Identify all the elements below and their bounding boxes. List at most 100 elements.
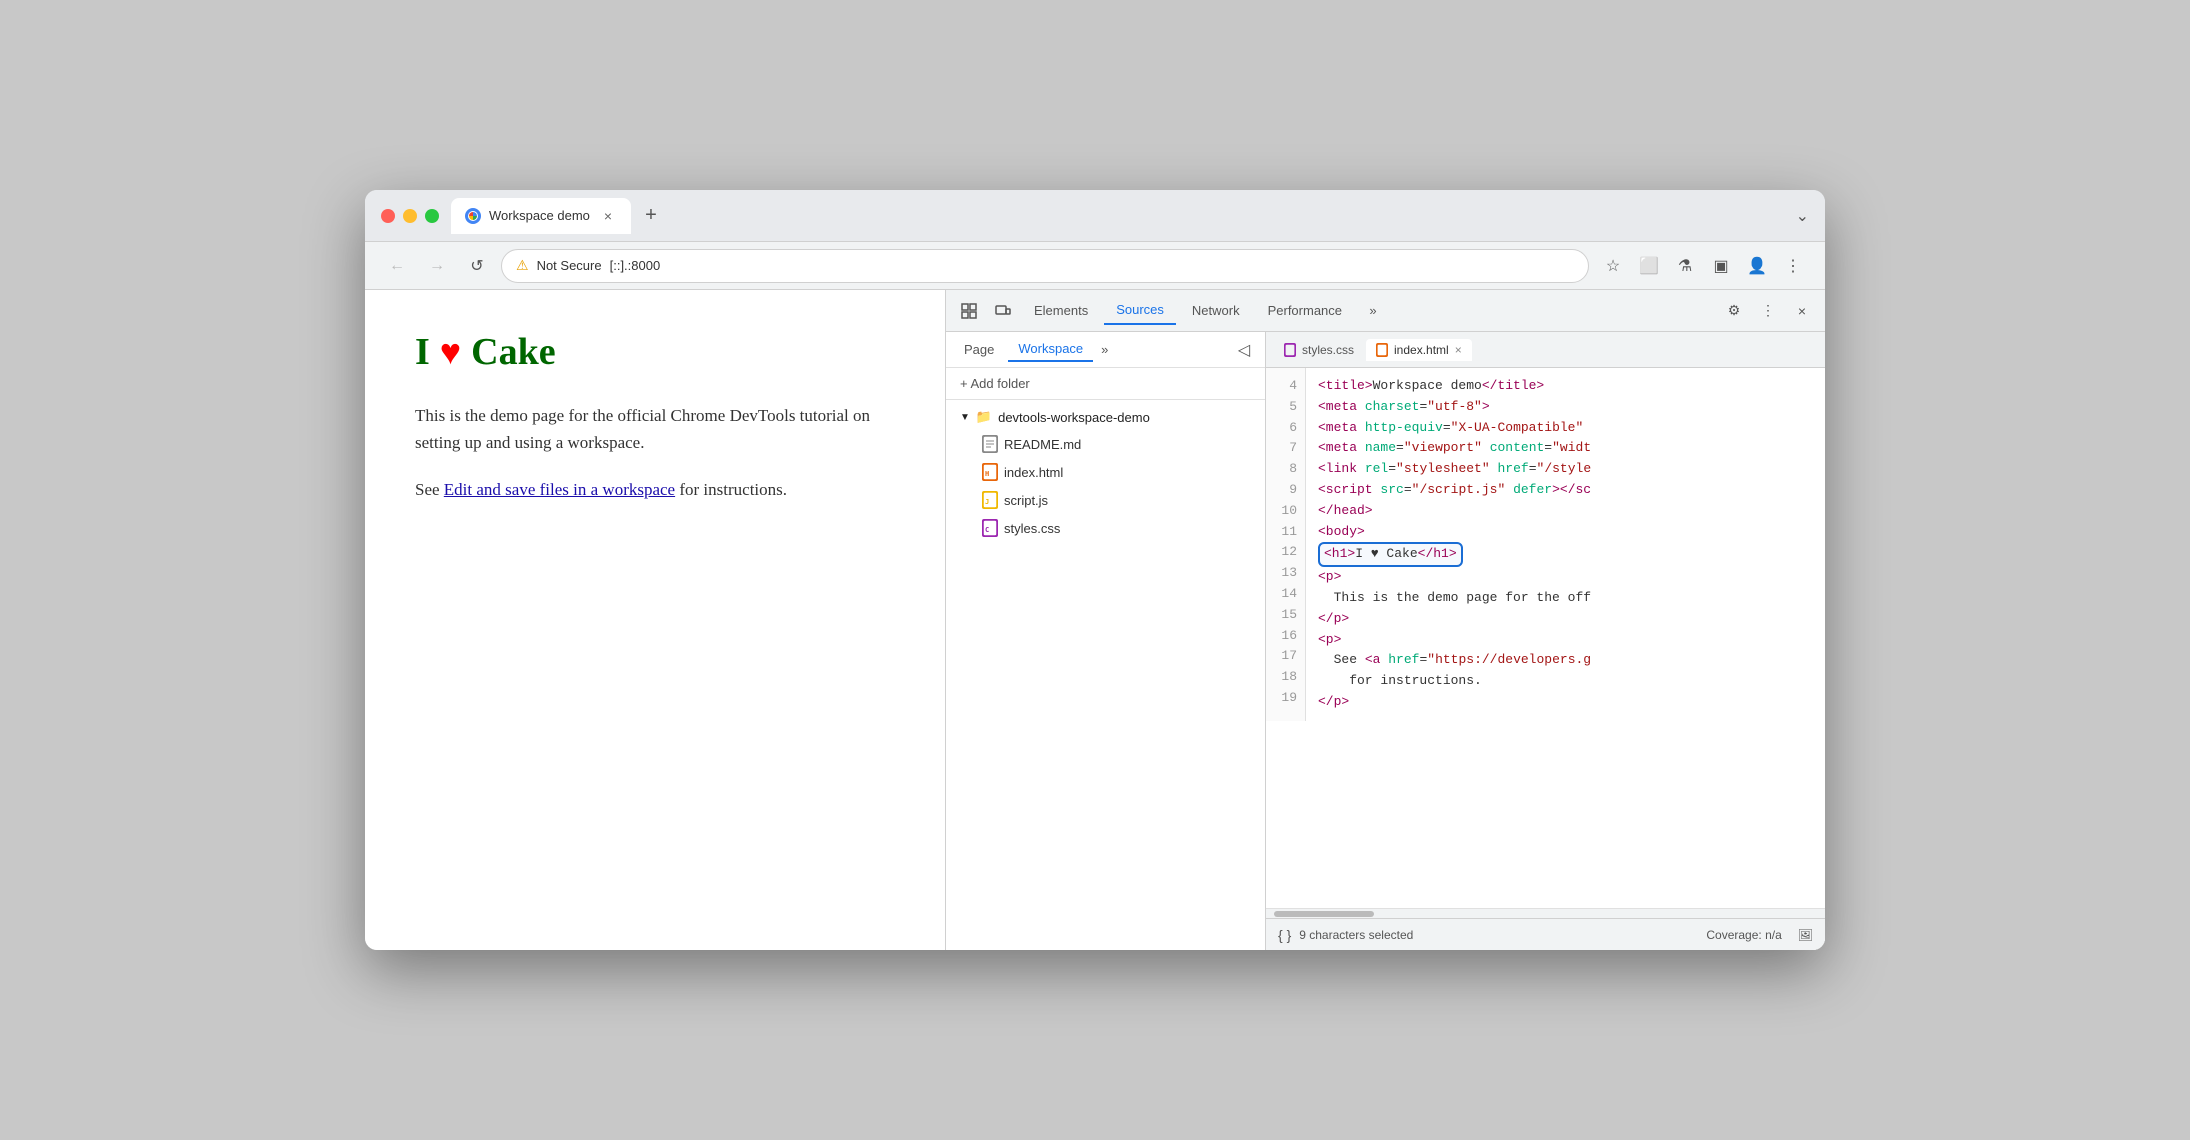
extension-button[interactable]: ⬜ <box>1633 250 1665 282</box>
profile-button[interactable]: 👤 <box>1741 250 1773 282</box>
styles-filename: styles.css <box>1004 521 1060 536</box>
reload-button[interactable]: ↺ <box>461 250 493 282</box>
more-menu-button[interactable]: ⋮ <box>1777 250 1809 282</box>
devtools-close-button[interactable]: × <box>1787 296 1817 326</box>
devtools-status-bar: { } 9 characters selected Coverage: n/a … <box>1266 918 1825 950</box>
script-filename: script.js <box>1004 493 1048 508</box>
paragraph2-after: for instructions. <box>675 480 787 499</box>
index-tab-label: index.html <box>1394 343 1449 357</box>
code-line-16: <p> <box>1318 630 1813 651</box>
code-line-6: <meta http-equiv="X-UA-Compatible" <box>1318 418 1813 439</box>
sources-page-tab[interactable]: Page <box>954 338 1004 361</box>
responsive-icon-button[interactable] <box>988 296 1018 326</box>
nav-bar: ← → ↺ ⚠ Not Secure [::].:8000 ☆ ⬜ ⚗ ▣ <box>365 242 1825 290</box>
devtools-tab-performance[interactable]: Performance <box>1256 297 1354 324</box>
address-bar[interactable]: ⚠ Not Secure [::].:8000 <box>501 249 1589 283</box>
nav-actions: ☆ ⬜ ⚗ ▣ 👤 ⋮ <box>1597 250 1809 282</box>
svg-text:H: H <box>985 470 989 478</box>
paragraph2-before: See <box>415 480 444 499</box>
workspace-link[interactable]: Edit and save files in a workspace <box>444 480 675 499</box>
file-tree: Page Workspace » ◁ + Add folder ▼ <box>946 332 1266 950</box>
code-lines: 4 5 6 7 8 9 10 11 12 13 14 <box>1266 368 1825 721</box>
code-content[interactable]: 4 5 6 7 8 9 10 11 12 13 14 <box>1266 368 1825 908</box>
code-editor: styles.css index.html × <box>1266 332 1825 950</box>
minimize-traffic-light[interactable] <box>403 209 417 223</box>
h1-highlight-box: <h1>I ♥ Cake</h1> <box>1318 542 1463 567</box>
screenshot-icon[interactable]: 🖼 <box>1798 928 1813 942</box>
close-traffic-light[interactable] <box>381 209 395 223</box>
file-item-readme[interactable]: README.md <box>946 430 1265 458</box>
styles-tab-label: styles.css <box>1302 343 1354 357</box>
code-line-18: for instructions. <box>1318 671 1813 692</box>
forward-button[interactable]: → <box>421 250 453 282</box>
title-bar: Workspace demo × + ⌄ <box>365 190 1825 242</box>
html-file-icon: H <box>982 463 998 481</box>
main-area: I ♥ Cake This is the demo page for the o… <box>365 290 1825 950</box>
line-numbers: 4 5 6 7 8 9 10 11 12 13 14 <box>1266 368 1306 721</box>
folder-collapse-icon: ▼ <box>960 412 970 423</box>
page-paragraph2: See Edit and save files in a workspace f… <box>415 476 895 503</box>
status-left: { } 9 characters selected <box>1278 927 1413 943</box>
page-content: I ♥ Cake This is the demo page for the o… <box>365 290 945 950</box>
heading-cake: Cake <box>471 330 555 374</box>
code-tab-styles[interactable]: styles.css <box>1274 339 1364 361</box>
code-line-5: <meta charset="utf-8"> <box>1318 397 1813 418</box>
sources-workspace-tab[interactable]: Workspace <box>1008 337 1093 362</box>
inspector-icon-button[interactable] <box>954 296 984 326</box>
index-tab-close-button[interactable]: × <box>1455 343 1462 357</box>
scrollbar-thumb[interactable] <box>1274 911 1374 917</box>
devtools-tab-network[interactable]: Network <box>1180 297 1252 324</box>
sidebar-button[interactable]: ▣ <box>1705 250 1737 282</box>
file-item-styles[interactable]: C styles.css <box>946 514 1265 542</box>
coverage-status: Coverage: n/a <box>1706 928 1781 942</box>
code-tabs: styles.css index.html × <box>1266 332 1825 368</box>
code-line-19: </p> <box>1318 692 1813 713</box>
address-not-secure: Not Secure <box>537 258 602 273</box>
sources-tab-icons: ◁ <box>1231 337 1257 363</box>
security-warning-icon: ⚠ <box>516 257 529 274</box>
back-button[interactable]: ← <box>381 250 413 282</box>
styles-tab-icon <box>1284 343 1296 357</box>
file-item-script[interactable]: J script.js <box>946 486 1265 514</box>
devtools-more-tabs-button[interactable]: » <box>1358 296 1388 326</box>
folder-root-item[interactable]: ▼ 📁 devtools-workspace-demo <box>946 404 1265 430</box>
sources-tabs: Page Workspace » ◁ <box>946 332 1265 368</box>
index-filename: index.html <box>1004 465 1063 480</box>
readme-file-icon <box>982 435 998 453</box>
code-tab-index[interactable]: index.html × <box>1366 339 1472 361</box>
format-icon[interactable]: { } <box>1278 927 1291 943</box>
tab-favicon <box>465 208 481 224</box>
chars-selected-status: 9 characters selected <box>1299 928 1413 942</box>
code-line-9: <script src="/script.js" defer></sc <box>1318 480 1813 501</box>
index-tab-icon <box>1376 343 1388 357</box>
bookmark-button[interactable]: ☆ <box>1597 250 1629 282</box>
svg-text:C: C <box>985 526 989 534</box>
css-file-icon: C <box>982 519 998 537</box>
code-line-12: <h1>I ♥ Cake</h1> <box>1318 542 1813 567</box>
experiment-button[interactable]: ⚗ <box>1669 250 1701 282</box>
code-line-4: <title>Workspace demo</title> <box>1318 376 1813 397</box>
code-line-10: </head> <box>1318 501 1813 522</box>
devtools-tab-elements[interactable]: Elements <box>1022 297 1100 324</box>
status-right: Coverage: n/a 🖼 <box>1706 928 1813 942</box>
file-item-index[interactable]: H index.html <box>946 458 1265 486</box>
chevron-down-icon[interactable]: ⌄ <box>1796 206 1809 226</box>
address-url: [::].:8000 <box>610 258 661 273</box>
code-line-17: See <a href="https://developers.g <box>1318 650 1813 671</box>
browser-tab-active[interactable]: Workspace demo × <box>451 198 631 234</box>
heading-heart: ♥ <box>440 331 461 373</box>
maximize-traffic-light[interactable] <box>425 209 439 223</box>
js-file-icon: J <box>982 491 998 509</box>
new-tab-button[interactable]: + <box>635 200 667 232</box>
tab-close-button[interactable]: × <box>599 207 617 225</box>
devtools-topbar: Elements Sources Network Performance » ⚙ <box>946 290 1825 332</box>
code-horizontal-scrollbar[interactable] <box>1266 908 1825 918</box>
devtools-more-menu-button[interactable]: ⋮ <box>1753 296 1783 326</box>
devtools-settings-button[interactable]: ⚙ <box>1719 296 1749 326</box>
traffic-lights <box>381 209 439 223</box>
sources-more-tabs-button[interactable]: » <box>1097 338 1112 361</box>
devtools-tab-sources[interactable]: Sources <box>1104 296 1176 325</box>
add-folder-button[interactable]: + Add folder <box>946 368 1265 400</box>
code-text-area: <title>Workspace demo</title> <meta char… <box>1306 368 1825 721</box>
hide-panel-button[interactable]: ◁ <box>1231 337 1257 363</box>
